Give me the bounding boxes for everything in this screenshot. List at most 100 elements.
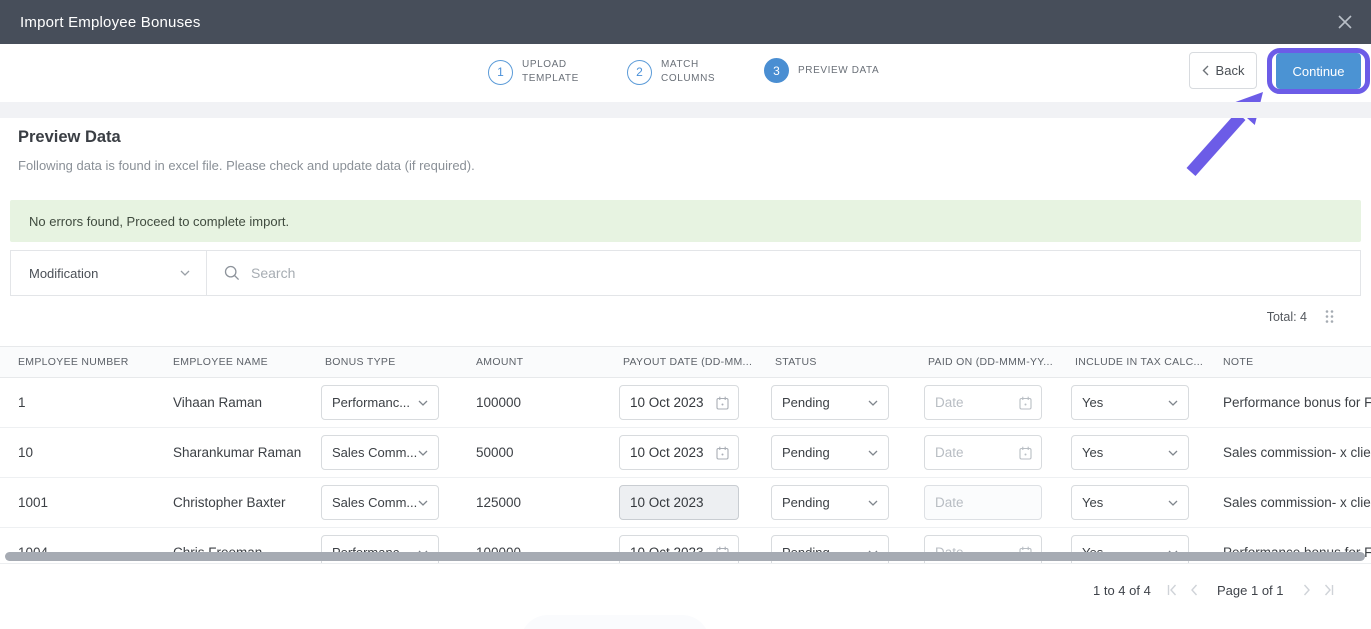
status-value: Pending — [782, 395, 830, 410]
chevron-down-icon — [1168, 400, 1178, 406]
cell-employee-name: Christopher Baxter — [173, 495, 286, 510]
status-select[interactable]: Pending — [771, 385, 889, 420]
search-icon — [224, 265, 240, 281]
section-divider-band — [0, 102, 1371, 118]
status-value: Pending — [782, 445, 830, 460]
paid-on-date-input[interactable]: Date — [924, 485, 1042, 520]
table-row: 10 Sharankumar Raman Sales Comm... 50000… — [0, 428, 1371, 478]
last-page-icon[interactable] — [1324, 584, 1334, 596]
step-1-label-line2: TEMPLATE — [522, 73, 579, 84]
chevron-down-icon — [1168, 500, 1178, 506]
filter-bar: Modification — [10, 250, 1361, 296]
table-bottom-border — [0, 563, 1371, 564]
chevron-down-icon — [868, 500, 878, 506]
paid-on-date-input[interactable]: Date — [924, 385, 1042, 420]
cell-employee-name: Sharankumar Raman — [173, 445, 302, 460]
payout-date-value: 10 Oct 2023 — [630, 445, 704, 460]
chevron-down-icon — [418, 400, 428, 406]
success-alert-text: No errors found, Proceed to complete imp… — [29, 213, 290, 229]
include-in-tax-value: Yes — [1082, 495, 1104, 510]
payout-date-input[interactable]: 10 Oct 2023 — [619, 485, 739, 520]
modification-filter-value: Modification — [29, 265, 99, 281]
cell-note: Sales commission- x clie — [1223, 495, 1371, 510]
chevron-down-icon — [180, 270, 190, 276]
include-in-tax-value: Yes — [1082, 445, 1104, 460]
col-header-payout-date: PAYOUT DATE (DD-MM... — [623, 356, 753, 368]
import-employee-bonuses-dialog: Import Employee Bonuses 1 UPLOAD TEMPLAT… — [0, 0, 1371, 629]
chevron-down-icon — [868, 450, 878, 456]
paid-on-date-input[interactable]: Date — [924, 435, 1042, 470]
status-select[interactable]: Pending — [771, 485, 889, 520]
cell-amount: 100000 — [476, 395, 522, 410]
step-match-columns[interactable]: 2 MATCH COLUMNS — [627, 58, 715, 86]
bonus-type-select[interactable]: Performanc... — [321, 385, 439, 420]
include-in-tax-value: Yes — [1082, 395, 1104, 410]
payout-date-value: 10 Oct 2023 — [630, 495, 704, 510]
chevron-down-icon — [418, 450, 428, 456]
continue-button[interactable]: Continue — [1276, 53, 1361, 89]
next-page-icon[interactable] — [1303, 584, 1311, 596]
search-input[interactable] — [251, 265, 851, 281]
dialog-title-bar: Import Employee Bonuses — [0, 0, 1371, 44]
chevron-left-icon — [1202, 65, 1209, 76]
page-indicator: Page 1 of 1 — [1217, 582, 1284, 598]
bonus-type-value: Performanc... — [332, 395, 411, 410]
col-header-include-in-tax: INCLUDE IN TAX CALC... — [1075, 356, 1204, 368]
step-3-label: PREVIEW DATA — [798, 64, 879, 78]
paid-on-placeholder: Date — [935, 495, 964, 510]
step-2-circle: 2 — [627, 59, 652, 85]
chevron-down-icon — [1168, 450, 1178, 456]
background-artifact — [520, 615, 710, 629]
include-in-tax-select[interactable]: Yes — [1071, 385, 1189, 420]
first-page-icon[interactable] — [1167, 584, 1177, 596]
include-in-tax-select[interactable]: Yes — [1071, 435, 1189, 470]
success-alert: No errors found, Proceed to complete imp… — [10, 200, 1361, 242]
dialog-title: Import Employee Bonuses — [20, 13, 201, 31]
cell-employee-name: Vihaan Raman — [173, 395, 263, 410]
table-header-row: EMPLOYEE NUMBER EMPLOYEE NAME BONUS TYPE… — [0, 346, 1371, 378]
chevron-down-icon — [868, 400, 878, 406]
page-title: Preview Data — [18, 128, 121, 146]
step-1-label: UPLOAD TEMPLATE — [522, 58, 579, 86]
payout-date-input[interactable]: 10 Oct 2023 — [619, 385, 739, 420]
step-upload-template[interactable]: 1 UPLOAD TEMPLATE — [488, 58, 579, 86]
page-subtitle: Following data is found in excel file. P… — [18, 158, 475, 173]
kebab-menu-icon[interactable] — [1324, 308, 1335, 325]
chevron-down-icon — [418, 500, 428, 506]
bonus-type-select[interactable]: Sales Comm... — [321, 485, 439, 520]
include-in-tax-select[interactable]: Yes — [1071, 485, 1189, 520]
bonus-type-value: Sales Comm... — [332, 495, 418, 510]
bonus-type-select[interactable]: Sales Comm... — [321, 435, 439, 470]
calendar-icon — [716, 396, 729, 410]
step-2-label-line1: MATCH — [661, 59, 699, 70]
back-button[interactable]: Back — [1189, 52, 1257, 89]
pagination-controls: Page 1 of 1 — [1167, 581, 1334, 599]
status-select[interactable]: Pending — [771, 435, 889, 470]
table-row: 1001 Christopher Baxter Sales Comm... 12… — [0, 478, 1371, 528]
modification-filter-dropdown[interactable]: Modification — [11, 251, 207, 295]
col-header-status: STATUS — [775, 356, 817, 368]
cell-amount: 50000 — [476, 445, 514, 460]
wizard-toolbar: 1 UPLOAD TEMPLATE 2 MATCH COLUMNS 3 PREV… — [0, 44, 1371, 102]
close-icon[interactable] — [1335, 12, 1355, 32]
cell-employee-number: 10 — [18, 445, 34, 460]
step-3-circle: 3 — [764, 58, 789, 83]
cell-note: Sales commission- x clie — [1223, 445, 1371, 460]
cell-note: Performance bonus for F — [1223, 395, 1371, 410]
previous-page-icon[interactable] — [1190, 584, 1198, 596]
bonus-type-value: Sales Comm... — [332, 445, 418, 460]
table-summary-row: Total: 4 — [1267, 308, 1335, 325]
paid-on-placeholder: Date — [935, 445, 964, 460]
col-header-employee-number: EMPLOYEE NUMBER — [18, 356, 129, 368]
step-2-label-line2: COLUMNS — [661, 73, 716, 84]
horizontal-scrollbar[interactable] — [5, 552, 1365, 561]
col-header-note: NOTE — [1223, 356, 1254, 368]
step-1-label-line1: UPLOAD — [522, 59, 567, 70]
step-preview-data[interactable]: 3 PREVIEW DATA — [764, 58, 879, 83]
payout-date-value: 10 Oct 2023 — [630, 395, 704, 410]
payout-date-input[interactable]: 10 Oct 2023 — [619, 435, 739, 470]
continue-button-label: Continue — [1292, 63, 1345, 79]
step-1-circle: 1 — [488, 59, 513, 85]
col-header-paid-on: PAID ON (DD-MMM-YY... — [928, 356, 1053, 368]
cell-employee-number: 1 — [18, 395, 26, 410]
